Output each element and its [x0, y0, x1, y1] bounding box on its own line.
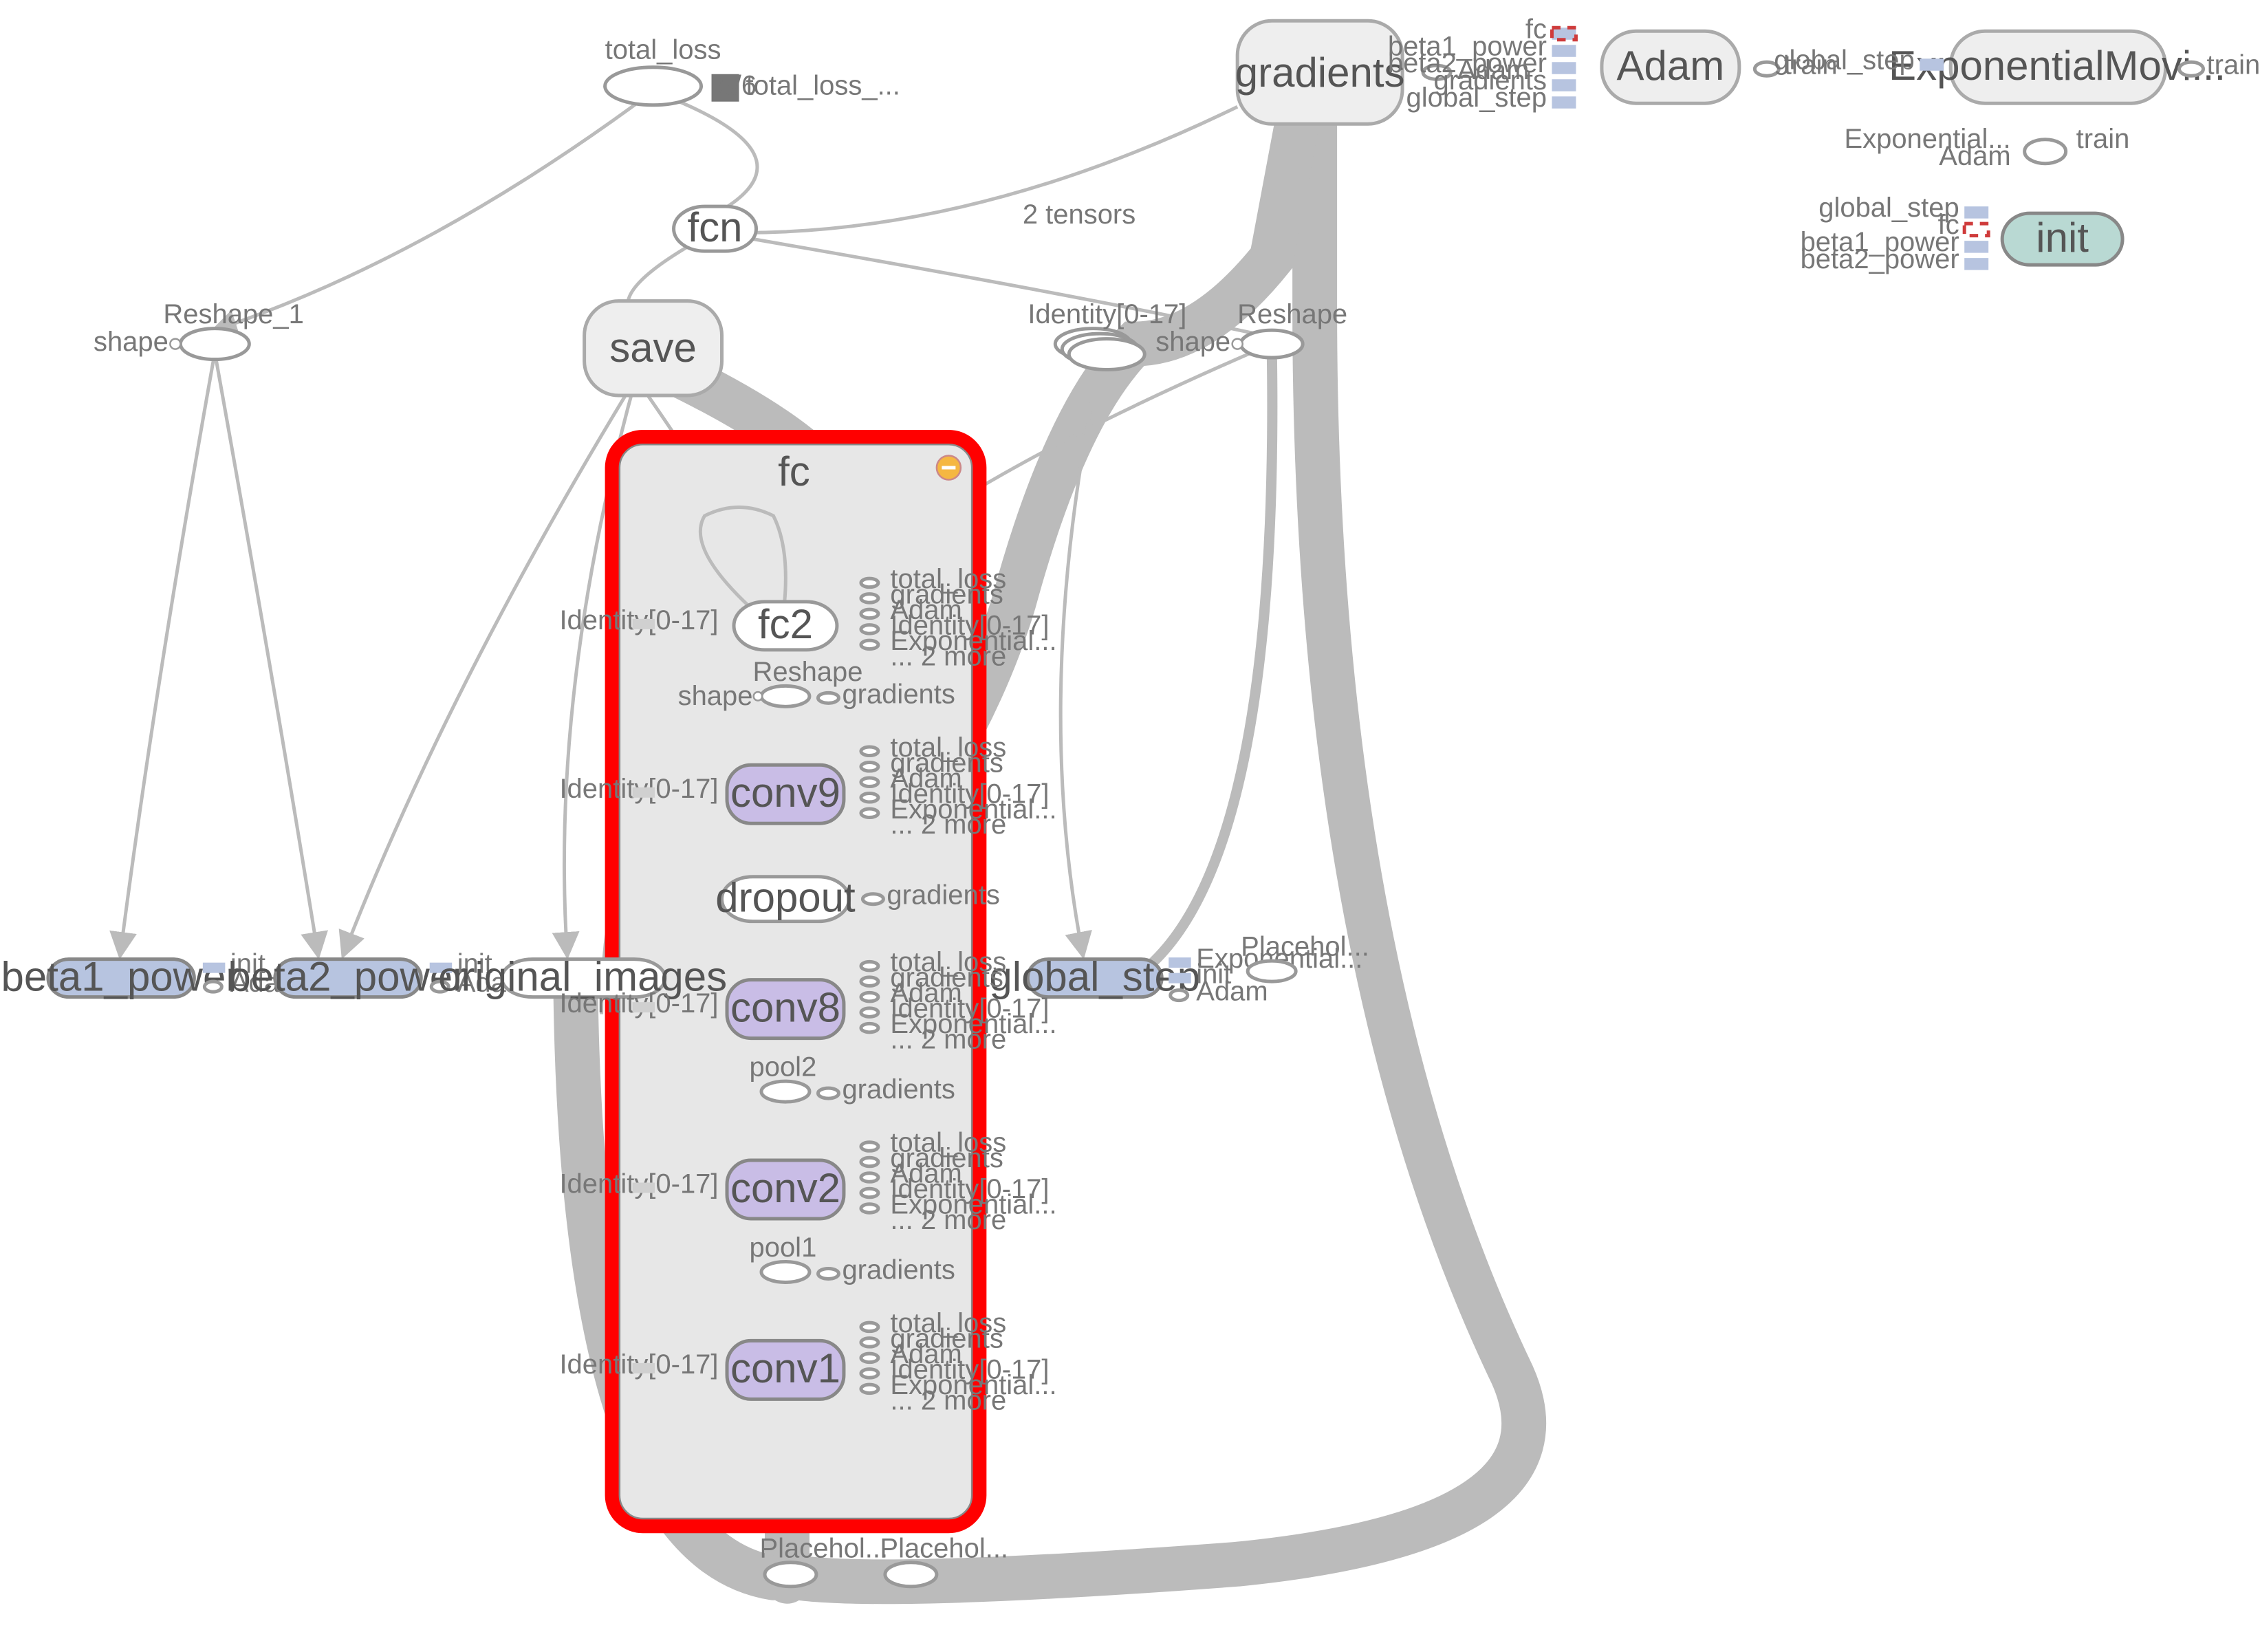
svg-text:pool1: pool1 — [750, 1232, 817, 1263]
fcn-label: fcn — [688, 204, 743, 250]
init-node[interactable]: init — [2002, 213, 2122, 265]
svg-text:Adam: Adam — [1939, 141, 2010, 171]
svg-text:pool2: pool2 — [750, 1052, 817, 1083]
svg-text:global_step: global_step — [1774, 45, 1914, 75]
fc-title: fc — [778, 448, 810, 494]
reshape-label: Reshape — [1237, 299, 1347, 329]
total-loss-summary: 5/6 total_loss_... — [712, 71, 900, 102]
gradients-node[interactable]: gradients — [1235, 21, 1405, 124]
adam-label: Adam — [1617, 43, 1725, 89]
reshape1-node[interactable]: Reshape_1 shape — [94, 299, 304, 359]
gradients-label: gradients — [1235, 50, 1405, 96]
adam-node[interactable]: Adam — [1602, 31, 1739, 103]
identity-label: Identity[0-17] — [1028, 299, 1186, 329]
svg-text:train: train — [2207, 50, 2260, 80]
svg-text:global_step: global_step — [1406, 83, 1547, 113]
mini-merge[interactable]: Exponential... Adam train — [1844, 124, 2129, 171]
svg-text:fc2: fc2 — [758, 601, 813, 647]
svg-text:gradients: gradients — [842, 1254, 955, 1285]
edge-label-2tensors: 2 tensors — [1023, 199, 1136, 230]
total-loss-node[interactable]: total_loss — [605, 34, 721, 105]
svg-text:conv2: conv2 — [730, 1165, 840, 1211]
svg-text:gradients: gradients — [842, 1074, 955, 1105]
beta2-node[interactable]: beta2_power — [228, 953, 466, 999]
svg-text:beta2_power: beta2_power — [228, 953, 466, 999]
svg-text:Placehol...: Placehol... — [880, 1533, 1008, 1563]
conv8-node[interactable]: conv8 — [727, 980, 844, 1039]
svg-text:Placehol...: Placehol... — [759, 1533, 888, 1563]
svg-text:Placehol...: Placehol... — [1241, 932, 1369, 962]
svg-text:shape: shape — [94, 327, 169, 357]
out-conv9-5: ... 2 more — [890, 809, 1006, 840]
global-step-node[interactable]: global_step — [989, 953, 1200, 999]
save-label: save — [609, 325, 697, 371]
out-conv8-5: ... 2 more — [890, 1025, 1006, 1055]
svg-text:shape: shape — [678, 681, 753, 711]
svg-text:gradients: gradients — [887, 880, 999, 911]
svg-text:gradients: gradients — [842, 679, 955, 709]
out-conv2-5: ... 2 more — [890, 1205, 1006, 1235]
svg-text:shape: shape — [1155, 327, 1230, 357]
svg-text:global_step: global_step — [989, 953, 1200, 999]
svg-text:train: train — [2076, 124, 2130, 154]
svg-text:conv9: conv9 — [730, 770, 840, 816]
svg-text:conv1: conv1 — [730, 1345, 840, 1391]
fc2-node[interactable]: fc2 — [734, 601, 837, 650]
svg-text:beta1_power: beta1_power — [1, 953, 240, 999]
svg-text:dropout: dropout — [715, 875, 856, 921]
save-node[interactable]: save — [585, 301, 722, 395]
total-loss-label: total_loss — [605, 34, 721, 65]
conv1-node[interactable]: conv1 — [727, 1340, 844, 1399]
reshape1-label: Reshape_1 — [163, 299, 303, 329]
conv2-node[interactable]: conv2 — [727, 1160, 844, 1219]
beta1-node[interactable]: beta1_power — [1, 953, 240, 999]
fcn-node[interactable]: fcn — [674, 204, 757, 251]
init-label: init — [2036, 215, 2089, 261]
init-inputs: global_step fc beta1_power beta2_power — [1801, 193, 1989, 274]
out-fc2-5: ... 2 more — [890, 641, 1006, 671]
adam-inputs: fc beta1_power beta2_power gradients glo… — [1388, 14, 1576, 113]
total-loss-summary-label: total_loss_... — [746, 71, 900, 101]
svg-text:conv8: conv8 — [730, 984, 840, 1030]
placehol-near-gs[interactable]: Placehol... — [1241, 932, 1369, 981]
out-conv1-5: ... 2 more — [890, 1385, 1006, 1415]
conv9-node[interactable]: conv9 — [727, 765, 844, 823]
svg-text:beta2_power: beta2_power — [1801, 244, 1959, 274]
